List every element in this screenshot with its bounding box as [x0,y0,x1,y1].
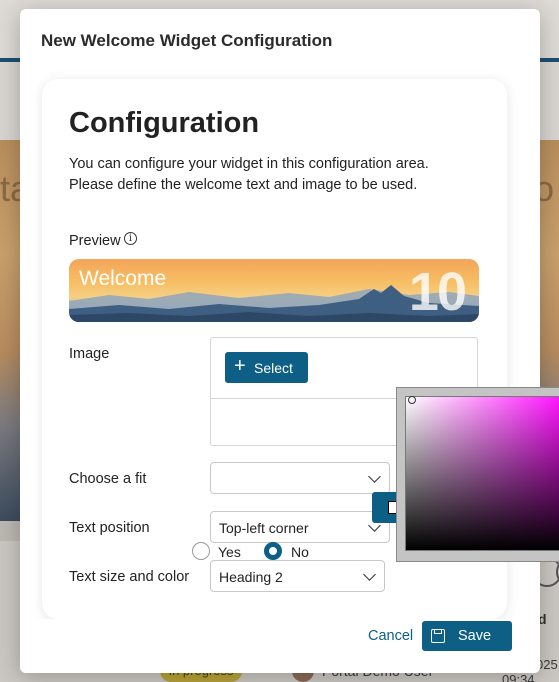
select-image-button[interactable]: + Select [225,352,308,383]
text-position-label: Text position [69,520,150,536]
radio-yes[interactable] [192,542,210,560]
info-icon[interactable]: i [124,232,137,245]
text-size-select[interactable]: Heading 2 [210,560,385,592]
configuration-description: You can configure your widget in this co… [69,156,429,193]
color-picker-handle[interactable] [408,396,416,404]
plus-icon: + [234,355,246,377]
save-button-label: Save [458,628,492,644]
preview-label: Preview [69,233,121,249]
configuration-heading: Configuration [69,107,260,139]
welcome-widget-dialog: New Welcome Widget Configuration Configu… [20,9,540,673]
text-position-value: Top-left corner [219,520,309,536]
radio-yes-label: Yes [218,544,241,560]
select-button-label: Select [254,360,293,376]
preview-overlay-number: 10 [408,262,467,322]
color-picker-popup [396,387,559,562]
cancel-button[interactable]: Cancel [368,628,413,644]
fit-label: Choose a fit [69,471,147,487]
color-saturation-field[interactable] [405,396,559,551]
welcome-preview: Welcome 10 [69,259,479,322]
chevron-down-icon [368,470,381,483]
text-size-value: Heading 2 [219,569,283,585]
chevron-down-icon [363,568,376,581]
background-time: 09:34 [502,672,535,682]
image-label: Image [69,346,110,362]
text-position-select[interactable]: Top-left corner [210,511,390,543]
dialog-title: New Welcome Widget Configuration [41,31,333,50]
preview-welcome-text: Welcome [79,267,167,290]
radio-no[interactable] [264,542,282,560]
save-button[interactable]: Save [422,621,512,651]
save-icon [431,629,445,643]
radio-no-label: No [291,544,309,560]
text-size-label: Text size and color [69,569,190,585]
fit-select[interactable] [210,462,390,494]
